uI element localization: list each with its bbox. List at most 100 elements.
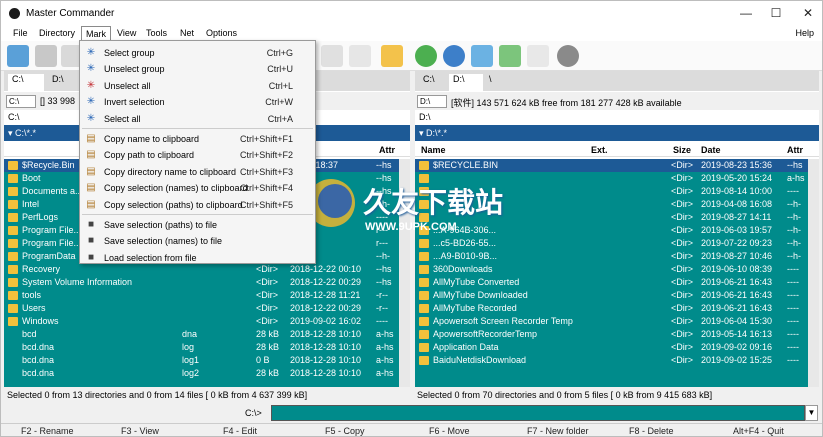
table-row[interactable]: Apowersoft Screen Recorder Temp <Dir> 2019… xyxy=(415,315,819,328)
table-row[interactable]: ...A9-B010-9B... <Dir> 2019-08-27 10:46 --h… xyxy=(415,250,819,263)
ftp-icon[interactable] xyxy=(443,45,465,67)
menu-directory[interactable]: Directory xyxy=(39,28,75,38)
search-icon[interactable] xyxy=(321,45,343,67)
f7-new-folder-button[interactable]: F7 - New folder xyxy=(527,426,589,436)
edit-icon[interactable] xyxy=(349,45,371,67)
f3-view-button[interactable]: F3 - View xyxy=(121,426,159,436)
folder-icon xyxy=(419,330,429,339)
cell-attr: ---- xyxy=(376,316,388,326)
table-row[interactable]: tools <Dir> 2018-12-28 11:21 -r-- xyxy=(4,289,410,302)
table-row[interactable]: AllMyTube Recorded <Dir> 2019-06-21 16:43 -… xyxy=(415,302,819,315)
menu-item[interactable]: ■ Save selection (paths) to file xyxy=(80,217,315,233)
table-row[interactable]: bcd.dna log 28 kB 2018-12-28 10:10 a-hs xyxy=(4,341,410,354)
col-name[interactable]: Name xyxy=(421,145,446,155)
col-date[interactable]: Date xyxy=(701,145,721,155)
f6-move-button[interactable]: F6 - Move xyxy=(429,426,470,436)
cell-size: <Dir> xyxy=(671,264,694,274)
clipboard-icon: ▤ xyxy=(86,149,96,161)
cell-ext: log xyxy=(182,342,195,352)
col-size[interactable]: Size xyxy=(673,145,691,155)
table-row[interactable]: AllMyTube Converted <Dir> 2019-06-21 16:43… xyxy=(415,276,819,289)
table-row[interactable]: System Volume Information <Dir> 2018-12-22… xyxy=(4,276,410,289)
menu-item[interactable]: ■ Load selection from file xyxy=(80,250,315,266)
cell-size: 28 kB xyxy=(256,368,280,378)
f5-copy-button[interactable]: F5 - Copy xyxy=(325,426,365,436)
menu-options[interactable]: Options xyxy=(206,28,237,38)
col-attr[interactable]: Attr xyxy=(379,145,395,155)
compare-icon[interactable] xyxy=(499,45,521,67)
menu-view[interactable]: View xyxy=(117,28,136,38)
menu-item[interactable]: ✳ Unselect group Ctrl+U xyxy=(80,61,315,77)
table-row[interactable]: Application Data <Dir> 2019-09-02 09:16 ---… xyxy=(415,341,819,354)
f2-rename-button[interactable]: F2 - Rename xyxy=(21,426,74,436)
cell-size: <Dir> xyxy=(671,173,694,183)
cell-date: 2019-04-08 16:08 xyxy=(701,199,773,209)
tab-c[interactable]: C:\ xyxy=(8,74,44,91)
cell-name: $RECYCLE.BIN xyxy=(433,160,499,170)
right-filter-bar[interactable]: ▾ D:\*.* xyxy=(415,125,819,141)
menu-item[interactable]: ✳ Select all Ctrl+A xyxy=(80,111,315,127)
menu-item[interactable]: ▤ Copy selection (paths) to clipboard Ctrl… xyxy=(80,197,315,213)
table-row[interactable]: Windows <Dir> 2019-09-02 16:02 ---- xyxy=(4,315,410,328)
command-prompt-label: C:\> xyxy=(245,408,262,418)
cell-attr: ---- xyxy=(787,355,799,365)
menu-item[interactable]: ✳ Invert selection Ctrl+W xyxy=(80,94,315,110)
cell-date: 2019-08-14 10:00 xyxy=(701,186,773,196)
sync-icon[interactable] xyxy=(471,45,493,67)
menu-bar: File Directory Mark View Tools Net Optio… xyxy=(1,26,822,41)
menu-help[interactable]: Help xyxy=(795,28,814,38)
table-row[interactable]: 360Downloads <Dir> 2019-06-10 08:39 ---- xyxy=(415,263,819,276)
right-drive-select[interactable]: D:\ xyxy=(417,95,447,108)
menu-item[interactable]: ▤ Copy directory name to clipboard Ctrl+Sh… xyxy=(80,164,315,180)
menu-mark[interactable]: Mark xyxy=(81,26,111,41)
table-row[interactable]: BaiduNetdiskDownload <Dir> 2019-09-02 15:2… xyxy=(415,354,819,367)
network-icon[interactable] xyxy=(415,45,437,67)
quit-button[interactable]: Alt+F4 - Quit xyxy=(733,426,784,436)
command-input[interactable] xyxy=(271,405,805,421)
menu-tools[interactable]: Tools xyxy=(146,28,167,38)
refresh-icon[interactable] xyxy=(7,45,29,67)
menu-item-shortcut: Ctrl+W xyxy=(265,97,293,108)
maximize-button[interactable]: ☐ xyxy=(761,1,791,26)
tab-d[interactable]: D:\ xyxy=(449,74,483,91)
gear-icon[interactable] xyxy=(557,45,579,67)
left-drive-select[interactable]: C:\ xyxy=(6,95,36,108)
notepad-icon[interactable] xyxy=(381,45,403,67)
menu-item[interactable]: ■ Save selection (names) to file xyxy=(80,233,315,249)
table-row[interactable]: bcd dna 28 kB 2018-12-28 10:10 a-hs xyxy=(4,328,410,341)
chevron-down-icon[interactable]: ▼ xyxy=(805,405,818,421)
menu-file[interactable]: File xyxy=(13,28,28,38)
columns-view-icon[interactable] xyxy=(35,45,57,67)
menu-item-shortcut: Ctrl+Shift+F1 xyxy=(239,134,293,144)
menu-item[interactable]: ✳ Unselect all Ctrl+L xyxy=(80,78,315,94)
menu-net[interactable]: Net xyxy=(180,28,194,38)
tab-c[interactable]: C:\ xyxy=(419,74,435,91)
folder-icon xyxy=(419,304,429,313)
tab-d[interactable]: D:\ xyxy=(48,74,64,91)
menu-item[interactable]: ▤ Copy name to clipboard Ctrl+Shift+F1 xyxy=(80,131,315,147)
cell-name: Boot xyxy=(22,173,41,183)
archive-icon[interactable] xyxy=(527,45,549,67)
folder-icon xyxy=(8,174,18,183)
menu-item[interactable]: ▤ Copy path to clipboard Ctrl+Shift+F2 xyxy=(80,147,315,163)
table-row[interactable]: Users <Dir> 2018-12-22 00:29 -r-- xyxy=(4,302,410,315)
col-ext[interactable]: Ext. xyxy=(591,145,608,155)
f4-edit-button[interactable]: F4 - Edit xyxy=(223,426,257,436)
right-scrollbar[interactable] xyxy=(808,159,819,387)
cell-date: 2019-05-14 16:13 xyxy=(701,329,773,339)
table-row[interactable]: bcd.dna log1 0 B 2018-12-28 10:10 a-hs xyxy=(4,354,410,367)
menu-item-shortcut: Ctrl+L xyxy=(268,80,293,91)
menu-item[interactable]: ▤ Copy selection (names) to clipboard Ctrl… xyxy=(80,180,315,196)
table-row[interactable]: ApowersoftRecorderTemp <Dir> 2019-05-14 16… xyxy=(415,328,819,341)
minimize-button[interactable]: — xyxy=(731,1,761,26)
cell-attr: --h- xyxy=(787,225,801,235)
menu-item[interactable]: ✳ Select group Ctrl+G xyxy=(80,45,315,61)
tab-network[interactable]: \ xyxy=(485,74,492,91)
cell-attr: -r-- xyxy=(376,290,388,300)
cell-name: bcd xyxy=(22,329,37,339)
table-row[interactable]: bcd.dna log2 28 kB 2018-12-28 10:10 a-hs xyxy=(4,367,410,380)
table-row[interactable]: AllMyTube Downloaded <Dir> 2019-06-21 16:4… xyxy=(415,289,819,302)
f8-delete-button[interactable]: F8 - Delete xyxy=(629,426,674,436)
close-button[interactable]: ✕ xyxy=(793,1,822,26)
col-attr[interactable]: Attr xyxy=(787,145,803,155)
